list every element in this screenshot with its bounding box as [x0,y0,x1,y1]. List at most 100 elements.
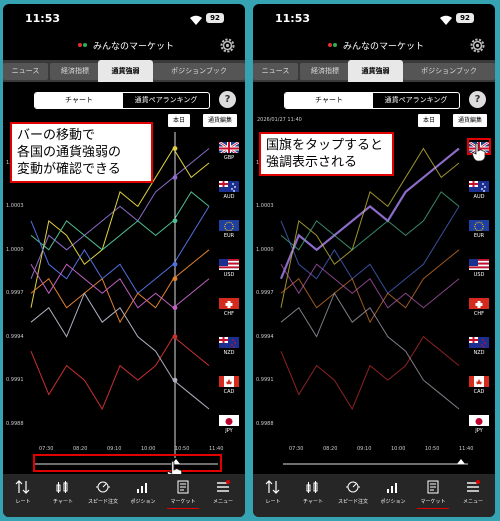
tab-currency-strength[interactable]: 通貨強弱 [348,60,403,82]
flag-button-eur[interactable] [469,218,489,231]
candlestick-chart-icon [306,481,318,493]
flag-button-jpy[interactable] [219,413,239,426]
cursor-marker-gbp [172,175,178,180]
help-icon[interactable]: ? [469,91,486,108]
bottom-nav: レート チャート スピード注文 ポジション マーケット メニュー [3,474,245,517]
flag-button-nzd[interactable] [469,335,489,348]
logo-icon [328,43,338,48]
flag-button-nzd[interactable] [219,335,239,348]
nav-market[interactable]: マーケット [163,474,203,517]
callout-line: 強調表示される [266,155,358,170]
tab-position-book[interactable]: ポジションブック [403,63,495,80]
today-button[interactable]: 本日 [168,114,190,127]
x-tick-label: 08:20 [73,446,88,452]
flag-code-label: NZD [473,350,485,356]
y-tick-label: 0.9988 [256,420,274,427]
tab-economic-indicators[interactable]: 経済指標 [300,63,350,80]
nav-position[interactable]: ポジション [123,474,163,517]
nav-label: チャート [53,499,73,505]
segment-pair-ranking[interactable]: 通貨ペアランキング [373,93,459,108]
flag-button-usd[interactable] [219,257,239,270]
series-line-jpy [280,292,460,410]
time-slider[interactable] [283,458,473,472]
edit-currencies-button[interactable]: 通貨編集 [203,114,237,127]
nzd-flag-icon [219,337,239,348]
nav-rate[interactable]: レート [3,474,43,517]
x-tick-label: 07:30 [39,446,54,452]
nav-label: スピード注文 [337,499,368,505]
view-segmented-control: チャート 通貨ペアランキング [284,92,460,109]
phone-screen-left: 11:53 92 みんなのマーケット ニュース 経済指標 通貨強弱 ポジションブック チャート… [3,4,245,517]
segment-chart[interactable]: チャート [35,93,123,108]
status-time: 11:53 [25,12,61,25]
flag-button-aud[interactable] [469,179,489,192]
y-tick-label: 1.0003 [256,203,274,210]
help-icon[interactable]: ? [219,91,236,108]
tab-position-book[interactable]: ポジションブック [153,63,245,80]
series-line-usd [30,206,210,294]
tap-hand-icon [471,142,487,166]
nav-label: メニュー [212,499,233,505]
segment-pair-ranking[interactable]: 通貨ペアランキング [123,93,209,108]
position-bars-icon [137,483,147,493]
nav-chart[interactable]: チャート [43,474,83,517]
flag-button-cad[interactable] [219,374,239,387]
battery-icon: 92 [456,13,474,23]
y-tick-label: 1.0003 [6,203,24,210]
nav-market[interactable]: マーケット [413,474,453,517]
annotation-callout: バーの移動で 各国の通貨強弱の 変動が確認できる [10,122,153,183]
nzd-flag-icon [469,337,489,348]
flag-button-usd[interactable] [469,257,489,270]
rate-arrows-icon [265,480,280,494]
nav-label: メニュー [462,499,483,505]
chart-area: チャート通貨ペアランキング?本日通貨編集1.00061.00031.00000.… [3,82,245,468]
flag-button-jpy[interactable] [469,413,489,426]
flag-code-label: CHF [223,311,235,317]
nav-rate[interactable]: レート [253,474,293,517]
tab-economic-indicators[interactable]: 経済指標 [50,63,100,80]
nav-position[interactable]: ポジション [373,474,413,517]
eur-flag-icon [469,220,489,231]
x-tick-label: 10:00 [141,446,156,452]
flag-button-cad[interactable] [469,374,489,387]
gear-icon[interactable] [219,37,236,54]
flag-button-aud[interactable] [219,179,239,192]
flag-button-chf[interactable] [219,296,239,309]
wifi-icon [189,11,203,25]
slider-thumb [457,459,465,464]
app-header: みんなのマーケット [3,32,245,58]
app-title: みんなのマーケット [343,42,425,52]
nav-chart[interactable]: チャート [293,474,333,517]
segment-chart[interactable]: チャート [285,93,373,108]
y-tick-label: 0.9988 [6,420,24,427]
x-tick-label: 10:00 [391,446,406,452]
nav-menu[interactable]: メニュー [203,474,243,517]
y-tick-label: 1.0000 [6,246,24,253]
series-line-chf [280,249,460,324]
flag-button-chf[interactable] [469,296,489,309]
nav-speed-order[interactable]: スピード注文 [333,474,373,517]
x-tick-label: 09:10 [107,446,122,452]
flag-code-label: USD [223,272,235,278]
tab-news[interactable]: ニュース [3,63,48,80]
edit-currencies-button[interactable]: 通貨編集 [453,114,487,127]
nav-speed-order[interactable]: スピード注文 [83,474,123,517]
tab-currency-strength[interactable]: 通貨強弱 [98,60,153,82]
jpy-flag-icon [469,415,489,426]
nav-menu[interactable]: メニュー [453,474,493,517]
cursor-marker-nzd [172,305,178,311]
callout-line: 変動が確認できる [17,162,121,177]
series-line-jpy [30,292,210,410]
today-button[interactable]: 本日 [418,114,440,127]
app-header: みんなのマーケット [253,32,495,58]
x-tick-label: 07:30 [289,446,304,452]
rate-arrows-icon [15,480,30,494]
cursor-marker-aud [172,146,178,151]
series-line-eur [280,191,460,251]
tab-news[interactable]: ニュース [253,63,298,80]
flag-code-label: EUR [223,233,235,239]
phone-screen-right: 11:53 92 みんなのマーケット ニュース 経済指標 通貨強弱 ポジションブック チャート… [253,4,495,517]
flag-button-gbp[interactable] [219,140,239,153]
flag-button-eur[interactable] [219,218,239,231]
gear-icon[interactable] [469,37,486,54]
